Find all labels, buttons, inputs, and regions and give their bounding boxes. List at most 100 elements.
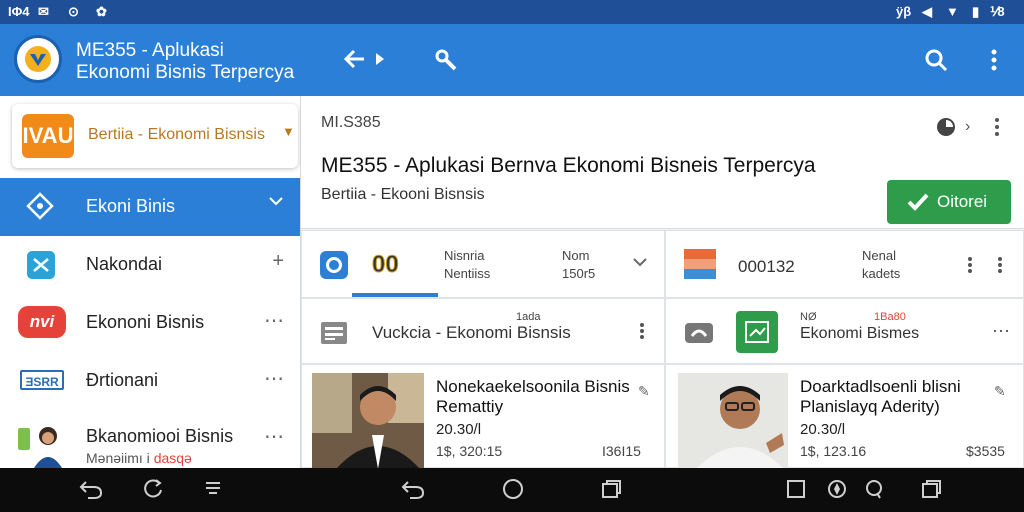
- status-extra-icon: ⅟8: [990, 4, 1005, 19]
- recents-icon[interactable]: [600, 478, 622, 506]
- square-icon[interactable]: [786, 478, 806, 506]
- more-vert-icon[interactable]: [966, 255, 974, 280]
- app-title: ME355 - Aplukasi Ekonomi Bisnis Terpercy…: [76, 40, 295, 83]
- diamond-icon: [24, 190, 64, 222]
- news-date: 20.30/l: [436, 421, 482, 438]
- news-value: $3535: [966, 443, 1005, 459]
- news-photo: [312, 373, 424, 469]
- sidebar-item-label: Ekoni Binis: [86, 196, 176, 216]
- row-superscript-accent: 1Ba80: [874, 311, 906, 323]
- bluetooth-icon: ÿβ: [896, 4, 912, 19]
- chevron-down-icon: [268, 192, 284, 215]
- page-subtitle: Bertiia - Ekooni Bisnsis: [321, 186, 485, 203]
- avatar: [16, 424, 68, 468]
- chevron-icon[interactable]: ›: [965, 118, 970, 136]
- left-tab-row: 00 Nisnria Nentiiss Nom 150r5: [301, 230, 665, 298]
- news-title: Nonekaekelsoonila Bisnis Remattiy: [436, 377, 630, 416]
- back-icon[interactable]: [400, 478, 426, 506]
- sidebar-item-ekoni-binis[interactable]: Ekoni Binis: [0, 178, 300, 236]
- status-bar: ΙΦ4 ✉ ⊙ ✿ ÿβ ◀ ▼ ▮ ⅟8: [0, 0, 1024, 24]
- volume-icon: ◀: [922, 4, 932, 19]
- news-date: 20.30/l: [800, 421, 846, 438]
- flag-icon: [684, 249, 716, 281]
- add-icon[interactable]: +: [272, 250, 284, 273]
- more-vert-icon[interactable]: [988, 48, 1000, 77]
- sidebar-item-label: Đrtionani: [86, 370, 159, 390]
- news-photo: [678, 373, 788, 469]
- edit-icon[interactable]: ✎: [994, 383, 1006, 400]
- mail-icon: ✉: [38, 4, 49, 19]
- brand-selector[interactable]: IVAU Bertiia - Ekonomi Bisnsis ▼: [12, 104, 298, 168]
- sidebar-item-label: Bkanomiooi Bisnis: [86, 426, 234, 446]
- news-title: Doarktadlsoenli blisni Planislayq Aderity…: [800, 377, 961, 416]
- sidebar-item-label: Nakondai: [86, 254, 163, 274]
- sidebar-item-label: Ekononi Bisnis: [86, 312, 205, 332]
- row-superscript: NØ: [800, 311, 817, 323]
- news-amount: 1$, 123.16: [800, 443, 867, 459]
- signal-icon: ΙΦ4: [8, 4, 30, 19]
- edit-icon[interactable]: ✎: [638, 383, 650, 400]
- menu-icon[interactable]: [204, 478, 222, 504]
- brand-label: Bertiia - Ekonomi Bisnsis: [88, 126, 265, 143]
- more-vert-icon[interactable]: [996, 255, 1004, 280]
- content-header: MI.S385 › ME355 - Aplukasi Bernva Ekonom…: [301, 96, 1024, 229]
- tool-icon[interactable]: [434, 48, 458, 77]
- record-icon[interactable]: [320, 251, 348, 279]
- panel-code: 000132: [738, 257, 795, 276]
- column-label: Nisnria Nentiiss: [444, 248, 491, 281]
- sidebar-item-nakondai[interactable]: Nakondai +: [0, 236, 300, 294]
- sidebar-item-bkanomiooi-bisnis[interactable]: Bkanomiooi Bisnis Mənəiimı i dasqə ⋯: [0, 410, 300, 468]
- list-icon: [320, 321, 348, 350]
- notification-icon: ✿: [96, 4, 107, 19]
- home-icon[interactable]: [502, 478, 524, 506]
- app-tile-icon: [736, 311, 778, 353]
- search-icon[interactable]: [864, 478, 886, 506]
- logo-badge-icon: ƎSRR: [20, 364, 64, 396]
- row-label: Vuckcia - Ekonomi Bisnsis: [372, 323, 571, 342]
- caret-down-icon: ▼: [282, 124, 295, 139]
- refresh-icon[interactable]: [142, 478, 164, 506]
- recents-icon[interactable]: [920, 478, 942, 506]
- more-horiz-icon[interactable]: ⋯: [264, 366, 284, 391]
- news-amount: 1$, 320:15: [436, 443, 503, 459]
- primary-action-button[interactable]: Oitorei: [887, 180, 1011, 224]
- more-horiz-icon[interactable]: ⋯: [264, 308, 284, 333]
- left-list-row[interactable]: 1ada Vuckcia - Ekonomi Bisnsis: [301, 298, 665, 364]
- search-icon[interactable]: [924, 48, 948, 77]
- page-code: MI.S385: [321, 114, 381, 131]
- left-news-card[interactable]: Nonekaekelsoonila Bisnis Remattiy ✎ 20.30…: [301, 364, 665, 469]
- page-title: ME355 - Aplukasi Bernva Ekonomi Bisneis …: [321, 154, 816, 177]
- navigation-bar: [0, 468, 1024, 512]
- back-icon[interactable]: [78, 478, 104, 506]
- right-tab-row: 000132 Nenal kadets: [665, 230, 1024, 298]
- tab-value[interactable]: 00: [372, 251, 400, 279]
- more-vert-icon[interactable]: [638, 321, 646, 346]
- sync-icon: ⊙: [68, 4, 79, 19]
- right-list-row[interactable]: NØ 1Ba80 Ekonomi Bismes ⋯: [665, 298, 1024, 364]
- column-label: Nenal kadets: [862, 248, 901, 281]
- row-superscript: 1ada: [516, 311, 541, 323]
- active-tab-indicator: [352, 293, 438, 297]
- sidebar-item-sublabel: Mənəiimı i dasqə: [86, 450, 192, 466]
- brand-logo: IVAU: [22, 114, 74, 158]
- more-horiz-icon[interactable]: ⋯: [264, 424, 284, 449]
- sidebar-item-ekononi-bisnis[interactable]: nvi Ekononi Bisnis ⋯: [0, 294, 300, 352]
- timer-icon[interactable]: [935, 116, 957, 143]
- right-news-card[interactable]: Doarktadlsoenli blisni Planislayq Aderity…: [665, 364, 1024, 469]
- sidebar: IVAU Bertiia - Ekonomi Bisnsis ▼ Ekoni B…: [0, 96, 301, 468]
- compass-icon[interactable]: [826, 478, 848, 506]
- app-bar: ME355 - Aplukasi Ekonomi Bisnis Terpercy…: [0, 24, 1024, 96]
- sidebar-item-drtionani[interactable]: ƎSRR Đrtionani ⋯: [0, 352, 300, 410]
- column-value: Nom 150r5: [562, 248, 596, 281]
- check-icon: [907, 193, 929, 211]
- battery-icon: ▮: [972, 4, 980, 19]
- chevron-down-icon[interactable]: [632, 255, 648, 273]
- wifi-icon: ▼: [946, 4, 959, 19]
- news-value: I36I15: [602, 443, 641, 459]
- phone-icon: [684, 321, 714, 350]
- back-forward-icon[interactable]: [343, 48, 390, 75]
- shuffle-icon: [24, 248, 64, 280]
- more-horiz-icon[interactable]: ⋯: [992, 321, 1010, 342]
- more-vert-icon[interactable]: [993, 116, 1001, 143]
- row-label: Ekonomi Bismes: [800, 325, 920, 342]
